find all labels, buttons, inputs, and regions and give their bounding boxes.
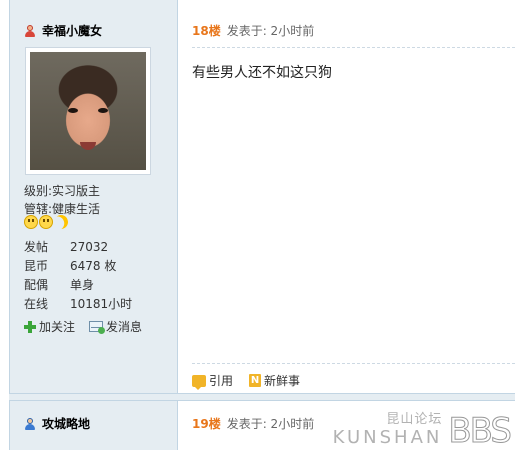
stat-label: 发帖 [24, 240, 49, 254]
post1-content: 有些男人还不如这只狗 [192, 65, 332, 81]
post2-username[interactable]: 攻城略地 [42, 415, 90, 432]
moon-icon [52, 213, 70, 231]
stat-row: 发帖 27032 [24, 238, 132, 257]
smiley-icon [39, 215, 53, 229]
post1-header: 18楼 发表于: 2小时前 [192, 22, 314, 39]
stat-label: 昆币 [24, 259, 49, 273]
post-separator [9, 400, 515, 401]
post-time: 发表于: 2小时前 [226, 417, 315, 431]
mail-icon [89, 321, 106, 334]
post1-level: 级别:实习版主 [24, 182, 100, 199]
post2-header: 19楼 发表于: 2小时前 [192, 415, 314, 432]
post1-footer: 引用 N 新鲜事 [192, 372, 300, 390]
smiley-icon [24, 215, 38, 229]
post1-user-header: 幸福小魔女 [24, 22, 102, 39]
new-button[interactable]: N 新鲜事 [249, 372, 300, 389]
post-header-divider [192, 47, 515, 48]
stat-value: 27032 [70, 240, 109, 254]
watermark-cn: 昆山论坛 [386, 412, 443, 427]
female-user-icon [24, 24, 36, 37]
stat-value: 6478 枚 [70, 259, 117, 273]
quote-icon [192, 374, 206, 390]
level-label: 级别: [24, 184, 53, 198]
send-message-button[interactable]: 发消息 [89, 318, 142, 335]
follow-label: 加关注 [39, 320, 76, 334]
new-icon: N [249, 374, 262, 387]
manage-label: 管辖: [24, 202, 53, 216]
post1-username[interactable]: 幸福小魔女 [42, 22, 102, 39]
post1-stats: 发帖 27032 昆币 6478 枚 配偶 单身 在线 10181小时 [24, 238, 132, 314]
new-label: 新鲜事 [264, 374, 301, 388]
watermark-en: KUNSHAN [332, 427, 443, 448]
watermark-bbs: BBS [448, 411, 513, 451]
stat-row: 在线 10181小时 [24, 295, 132, 314]
quote-button[interactable]: 引用 [192, 372, 234, 390]
post-time: 发表于: 2小时前 [226, 24, 315, 38]
level-value: 实习版主 [52, 184, 101, 198]
message-label: 发消息 [106, 320, 143, 334]
stat-value: 单身 [70, 278, 95, 292]
plus-icon [24, 320, 36, 333]
follow-button[interactable]: 加关注 [24, 318, 75, 335]
post-footer-divider [192, 363, 515, 364]
post1-user-actions: 加关注 发消息 [24, 318, 142, 335]
stat-row: 配偶 单身 [24, 276, 132, 295]
floor-number[interactable]: 19楼 [192, 415, 221, 432]
stat-row: 昆币 6478 枚 [24, 257, 132, 276]
male-user-icon [24, 417, 36, 430]
site-watermark: 昆山论坛 KUNSHAN BBS [332, 404, 513, 451]
quote-label: 引用 [209, 374, 234, 388]
post2-user-header: 攻城略地 [24, 415, 90, 432]
rank-icons [24, 215, 68, 229]
floor-number[interactable]: 18楼 [192, 22, 221, 39]
stat-value: 10181小时 [70, 297, 133, 311]
stat-label: 在线 [24, 297, 49, 311]
stat-label: 配偶 [24, 278, 49, 292]
post1-avatar[interactable] [25, 47, 151, 175]
avatar-photo [30, 52, 146, 170]
